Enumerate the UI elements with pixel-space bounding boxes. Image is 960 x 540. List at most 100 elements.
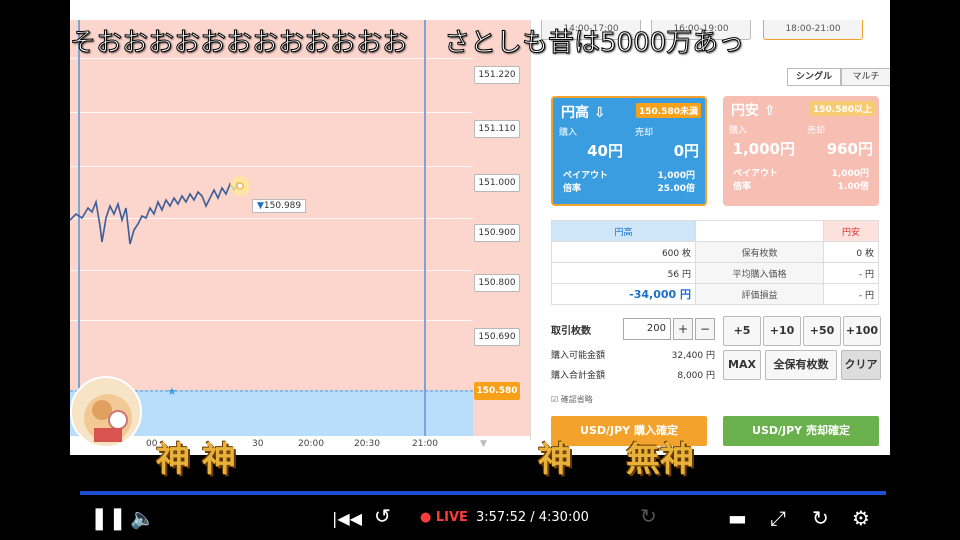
strike-rate-tag: 150.580未満: [636, 103, 701, 118]
lots-label: 取引枚数: [551, 326, 591, 337]
price-level-label: 151.110: [474, 120, 520, 138]
cell-label: 評価損益: [694, 283, 825, 305]
avatar: [70, 376, 142, 448]
comment-icon[interactable]: ▬: [728, 506, 747, 530]
time-tick: 21:00: [412, 439, 438, 449]
buy-label: 購入: [729, 126, 748, 136]
lots-increment-button[interactable]: +: [673, 318, 693, 340]
cell-label: 保有枚数: [694, 241, 825, 263]
total-label: 購入合計金額: [551, 371, 606, 381]
quick-add-50-button[interactable]: +50: [803, 316, 841, 346]
positions-head-up: 円高: [551, 220, 696, 242]
live-indicator: ● LIVE: [420, 510, 468, 525]
current-price-dot: [236, 182, 244, 190]
buy-price: 1,000円: [732, 140, 795, 158]
buy-price: 40円: [587, 142, 623, 160]
danmaku-gold-comment: 神: [538, 440, 572, 480]
yen-down-card[interactable]: 円安 ⇧ 150.580以上 購入 売却 1,000円 960円 ペイアウト 1,000…: [723, 96, 879, 206]
strike-rate-tag: 150.580以上: [810, 101, 875, 116]
mode-multi-button[interactable]: マルチ: [841, 68, 890, 86]
price-level-label: 150.800: [474, 274, 520, 292]
all-holdings-button[interactable]: 全保有枚数: [765, 350, 837, 380]
time-tick: 20:00: [298, 439, 324, 449]
trade-panel: 14:00-17:00 16:00-19:00 18:00-21:00 シングル…: [530, 20, 890, 446]
quick-add-5-button[interactable]: +5: [723, 316, 761, 346]
pause-icon[interactable]: ❚❚: [90, 506, 127, 531]
card-title: 円安: [731, 103, 759, 119]
time-tick: 30: [252, 439, 264, 449]
positions-head-down: 円安: [823, 220, 879, 242]
quick-add-100-button[interactable]: +100: [843, 316, 881, 346]
payout-value: 1,000円: [831, 169, 869, 179]
reload-icon[interactable]: ↻: [812, 506, 829, 530]
clear-button[interactable]: クリア: [841, 350, 881, 380]
table-row: -34,000 円 評価損益 - 円: [551, 283, 879, 305]
card-title: 円高: [561, 105, 589, 121]
multiple-value: 1.00倍: [837, 182, 869, 192]
live-label: LIVE: [435, 510, 468, 525]
quick-add-10-button[interactable]: +10: [763, 316, 801, 346]
tooltip-value: 150.989: [263, 201, 302, 211]
danmaku-comment: そおおおおおおおおおおおお: [69, 28, 409, 59]
cell-label: 平均購入価格: [694, 262, 825, 284]
sell-label: 売却: [635, 128, 654, 138]
player-controls: ❚❚ 🔈 |◀◀ ↺ ● LIVE 3:57:52 / 4:30:00 ↻ ▬ …: [0, 500, 960, 540]
cell-up: -34,000 円: [551, 283, 696, 305]
max-button[interactable]: MAX: [723, 350, 761, 380]
multiple-label: 倍率: [733, 182, 752, 192]
table-row: 56 円 平均購入価格 - 円: [551, 262, 879, 284]
danmaku-gold-comment: 無神: [626, 440, 694, 480]
cell-up: 56 円: [551, 262, 696, 284]
star-marker: ★: [167, 385, 177, 398]
gear-icon[interactable]: ⚙: [852, 506, 870, 530]
available-value: 32,400 円: [671, 351, 715, 361]
lots-decrement-button[interactable]: −: [695, 318, 715, 340]
cell-down: - 円: [823, 283, 879, 305]
positions-table: 円高 円安 600 枚 保有枚数 0 枚 56 円 平均購入価格 - 円 -34…: [551, 220, 879, 305]
available-label: 購入可能金額: [551, 351, 606, 361]
danmaku-comment: さとしも昔は5000万あっ: [444, 28, 745, 59]
payout-value: 1,000円: [657, 171, 695, 181]
checkbox[interactable]: ☑: [551, 395, 558, 404]
current-price-label: 150.580: [474, 382, 520, 400]
positions-head-blank: [694, 220, 825, 242]
buy-label: 購入: [559, 128, 578, 138]
time-tick: 20:30: [354, 439, 380, 449]
danmaku-gold-comment: 神 神: [156, 440, 236, 480]
price-level-label: 150.900: [474, 224, 520, 242]
total-value: 8,000 円: [677, 371, 715, 381]
progress-bar[interactable]: [80, 491, 886, 495]
cell-down: - 円: [823, 262, 879, 284]
price-level-label: 150.690: [474, 328, 520, 346]
price-line-svg: ★: [70, 176, 473, 398]
sell-price: 960円: [826, 140, 873, 158]
time-axis: 00 30 20:00 20:30 21:00 ▼: [70, 436, 530, 455]
price-level-label: 151.220: [474, 66, 520, 84]
chevron-down-icon[interactable]: ▼: [480, 439, 487, 449]
video-stage: ★ ▼150.989 151.220 151.110 151.000 150.9…: [70, 0, 890, 455]
skip-back-icon[interactable]: |◀◀: [332, 509, 362, 528]
arrow-down-icon: ⇩: [593, 105, 606, 121]
yen-up-card[interactable]: 円高 ⇩ 150.580未満 購入 売却 40円 0円 ペイアウト 1,000円 倍率 2…: [551, 96, 707, 206]
price-tooltip: ▼150.989: [252, 199, 307, 213]
rewind-10-icon[interactable]: ↺: [374, 504, 391, 528]
down-triangle-icon: ▼: [257, 201, 264, 211]
payout-label: ペイアウト: [563, 171, 609, 181]
skip-confirm-label: 確認省略: [560, 395, 593, 404]
sell-price: 0円: [673, 142, 699, 160]
playback-time: 3:57:52 / 4:30:00: [476, 510, 589, 525]
sell-confirm-button[interactable]: USD/JPY 売却確定: [723, 416, 879, 446]
forward-10-icon: ↻: [640, 504, 657, 528]
danmaku-top: そおおおおおおおおおおおお さとしも昔は5000万あっ: [69, 22, 780, 59]
sell-label: 売却: [807, 126, 826, 136]
cell-down: 0 枚: [823, 241, 879, 263]
multiple-label: 倍率: [563, 184, 582, 194]
volume-icon[interactable]: 🔈: [130, 506, 155, 530]
mode-single-button[interactable]: シングル: [787, 68, 841, 86]
price-chart: ★ ▼150.989 151.220 151.110 151.000 150.9…: [70, 20, 530, 440]
lots-input[interactable]: 200: [623, 318, 671, 340]
payout-label: ペイアウト: [733, 169, 779, 179]
price-line: [70, 181, 239, 245]
fullscreen-icon[interactable]: ⤢: [770, 506, 786, 530]
arrow-up-icon: ⇧: [763, 103, 776, 119]
